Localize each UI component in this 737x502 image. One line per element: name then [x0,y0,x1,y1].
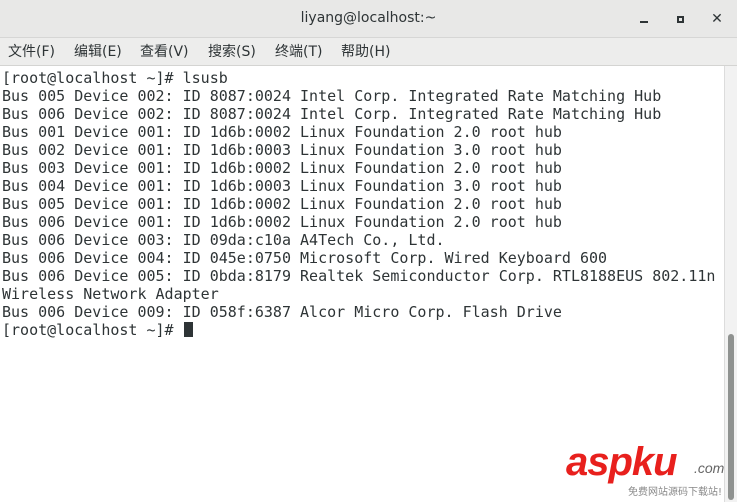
maximize-icon [676,15,684,23]
watermark: aspku .com 免费网站源码下载站! [566,440,736,500]
terminal-line: Bus 002 Device 001: ID 1d6b:0003 Linux F… [2,141,562,159]
menu-view[interactable]: 查看(V) [140,43,189,61]
menu-terminal[interactable]: 终端(T) [275,43,322,61]
terminal-window: liyang@localhost:~ ✕ 文件(F) 编辑(E) 查看(V) 搜… [0,0,737,502]
terminal-output[interactable]: [root@localhost ~]# lsusb Bus 005 Device… [0,66,724,502]
watermark-domain: .com [694,460,725,476]
terminal-line: Bus 004 Device 001: ID 1d6b:0003 Linux F… [2,177,562,195]
maximize-button[interactable] [669,8,691,30]
terminal-prompt: [root@localhost ~]# [2,321,183,339]
menu-file[interactable]: 文件(F) [8,43,55,61]
menu-edit[interactable]: 编辑(E) [74,43,122,61]
terminal-line: Wireless Network Adapter [2,285,219,303]
close-button[interactable]: ✕ [706,8,728,30]
title-bar[interactable]: liyang@localhost:~ ✕ [0,0,737,38]
watermark-tagline: 免费网站源码下载站! [628,487,723,498]
terminal-prompt-line: [root@localhost ~]# [2,321,724,339]
terminal-line: Bus 006 Device 003: ID 09da:c10a A4Tech … [2,231,445,249]
terminal-line: Bus 006 Device 001: ID 1d6b:0002 Linux F… [2,213,562,231]
menu-search[interactable]: 搜索(S) [208,43,256,61]
window-title: liyang@localhost:~ [300,10,437,26]
terminal-line: Bus 005 Device 001: ID 1d6b:0002 Linux F… [2,195,562,213]
terminal-line: Bus 006 Device 004: ID 045e:0750 Microso… [2,249,608,267]
terminal-line: Bus 006 Device 005: ID 0bda:8179 Realtek… [2,267,716,285]
minimize-icon [640,21,648,23]
close-icon: ✕ [711,11,723,27]
watermark-logo: aspku [566,440,678,484]
terminal-line: Bus 005 Device 002: ID 8087:0024 Intel C… [2,87,662,105]
terminal-line: Bus 003 Device 001: ID 1d6b:0002 Linux F… [2,159,562,177]
terminal-line: Bus 001 Device 001: ID 1d6b:0002 Linux F… [2,123,562,141]
text-cursor [183,322,193,337]
menu-bar: 文件(F) 编辑(E) 查看(V) 搜索(S) 终端(T) 帮助(H) [0,38,737,66]
terminal-line: [root@localhost ~]# lsusb [2,69,228,87]
terminal-line: Bus 006 Device 002: ID 8087:0024 Intel C… [2,105,662,123]
menu-help[interactable]: 帮助(H) [341,43,390,61]
minimize-button[interactable] [633,8,655,30]
terminal-line: Bus 006 Device 009: ID 058f:6387 Alcor M… [2,303,562,321]
vertical-scrollbar[interactable] [724,66,737,502]
